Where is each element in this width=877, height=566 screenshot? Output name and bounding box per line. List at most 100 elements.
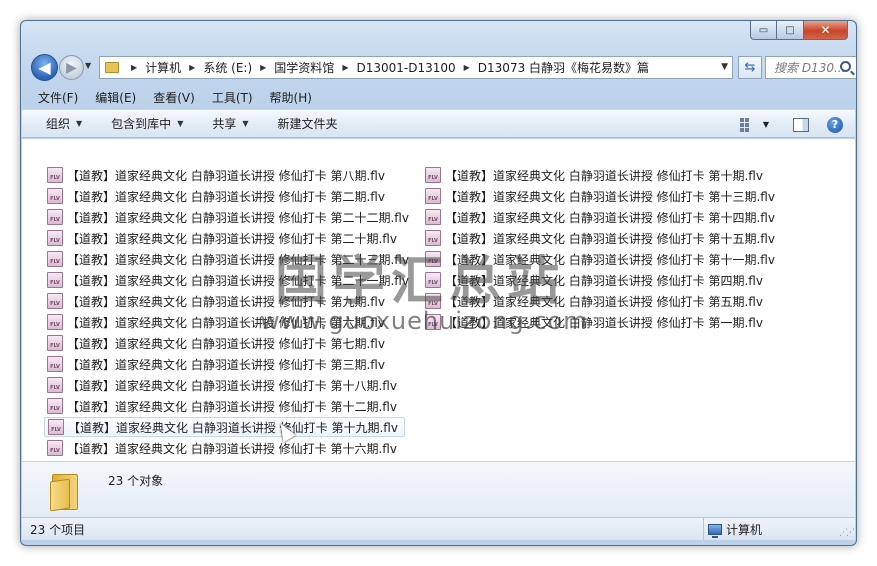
- flv-file-icon: FLV: [47, 272, 63, 288]
- file-item[interactable]: FLV 【道教】道家经典文化 白静羽道长讲授 修仙打卡 第十八期.flv: [44, 375, 403, 395]
- search-placeholder: 搜索 D130...: [774, 61, 846, 75]
- breadcrumb-separator-icon[interactable]: ▶: [342, 63, 348, 72]
- flv-file-icon: FLV: [47, 167, 63, 183]
- file-name: 【道教】道家经典文化 白静羽道长讲授 修仙打卡 第二期.flv: [67, 189, 385, 204]
- breadcrumb: ▶ 计算机 ▶ 系统 (E:) ▶ 国学资料馆 ▶ D13001-D13100 ▶ D13073 …: [123, 59, 649, 76]
- change-view-icon[interactable]: [739, 117, 753, 132]
- back-button[interactable]: ◀: [31, 54, 58, 81]
- breadcrumb-separator-icon[interactable]: ▶: [260, 63, 266, 72]
- view-dropdown-icon[interactable]: ▼: [763, 120, 769, 129]
- file-item[interactable]: FLV 【道教】道家经典文化 白静羽道长讲授 修仙打卡 第六期.flv: [44, 312, 391, 332]
- resize-grip-icon[interactable]: ⋰⋰: [839, 528, 855, 538]
- file-item[interactable]: FLV 【道教】道家经典文化 白静羽道长讲授 修仙打卡 第一期.flv: [422, 312, 769, 332]
- file-name: 【道教】道家经典文化 白静羽道长讲授 修仙打卡 第七期.flv: [67, 336, 385, 351]
- file-item[interactable]: FLV 【道教】道家经典文化 白静羽道长讲授 修仙打卡 第十三期.flv: [422, 186, 781, 206]
- flv-file-icon: FLV: [425, 272, 441, 288]
- file-list[interactable]: FLV 【道教】道家经典文化 白静羽道长讲授 修仙打卡 第一期.flv FLV 【道教…: [22, 139, 855, 477]
- breadcrumb-item[interactable]: 国学资料馆: [274, 59, 334, 76]
- flv-file-icon: FLV: [47, 230, 63, 246]
- forward-button[interactable]: ▶: [59, 55, 84, 80]
- file-item[interactable]: FLV 【道教】道家经典文化 白静羽道长讲授 修仙打卡 第十九期.flv: [44, 417, 405, 437]
- file-name: 【道教】道家经典文化 白静羽道长讲授 修仙打卡 第十三期.flv: [445, 189, 775, 204]
- file-name: 【道教】道家经典文化 白静羽道长讲授 修仙打卡 第十四期.flv: [445, 210, 775, 225]
- flv-file-icon: FLV: [47, 440, 63, 456]
- file-item[interactable]: FLV 【道教】道家经典文化 白静羽道长讲授 修仙打卡 第二十三期.flv: [44, 249, 415, 269]
- help-icon[interactable]: ?: [827, 116, 843, 133]
- object-count: 23 个对象: [108, 474, 164, 488]
- maximize-button[interactable]: □: [777, 21, 804, 40]
- menu-item[interactable]: 编辑(E): [85, 89, 143, 106]
- file-name: 【道教】道家经典文化 白静羽道长讲授 修仙打卡 第四期.flv: [445, 273, 763, 288]
- file-name: 【道教】道家经典文化 白静羽道长讲授 修仙打卡 第十八期.flv: [67, 378, 397, 393]
- include-in-library-button[interactable]: 包含到库中 ▼: [91, 109, 192, 138]
- flv-file-icon: FLV: [425, 209, 441, 225]
- file-item[interactable]: FLV 【道教】道家经典文化 白静羽道长讲授 修仙打卡 第十期.flv: [422, 165, 769, 185]
- view-controls: ▼ ?: [739, 110, 843, 139]
- flv-file-icon: FLV: [47, 314, 63, 330]
- file-name: 【道教】道家经典文化 白静羽道长讲授 修仙打卡 第六期.flv: [67, 315, 385, 330]
- flv-file-icon: FLV: [47, 377, 63, 393]
- file-item[interactable]: FLV 【道教】道家经典文化 白静羽道长讲授 修仙打卡 第三期.flv: [44, 354, 391, 374]
- navigation-bar: ◀ ▶ ▼ ▶ 计算机 ▶ 系统 (E:) ▶ 国学资料馆 ▶ D13001-D13100 ▶ D…: [29, 53, 856, 83]
- flv-file-icon: FLV: [425, 167, 441, 183]
- chevron-down-icon: ▼: [76, 119, 83, 128]
- file-name: 【道教】道家经典文化 白静羽道长讲授 修仙打卡 第十六期.flv: [67, 441, 397, 456]
- file-item[interactable]: FLV 【道教】道家经典文化 白静羽道长讲授 修仙打卡 第十二期.flv: [44, 396, 403, 416]
- organize-button[interactable]: 组织 ▼: [22, 109, 91, 138]
- minimize-button[interactable]: ▭: [750, 21, 777, 40]
- explorer-window: ▭ □ ✕ ◀ ▶ ▼ ▶ 计算机 ▶ 系统 (E:) ▶ 国学资料馆 ▶ D13001-D1…: [20, 20, 857, 546]
- breadcrumb-item[interactable]: D13073 白静羽《梅花易数》篇: [478, 59, 649, 76]
- computer-icon: [708, 523, 722, 538]
- menu-item[interactable]: 帮助(H): [260, 89, 319, 106]
- flv-file-icon: FLV: [425, 251, 441, 267]
- file-name: 【道教】道家经典文化 白静羽道长讲授 修仙打卡 第十五期.flv: [445, 231, 775, 246]
- file-item[interactable]: FLV 【道教】道家经典文化 白静羽道长讲授 修仙打卡 第八期.flv: [44, 165, 391, 185]
- file-item[interactable]: FLV 【道教】道家经典文化 白静羽道长讲授 修仙打卡 第二十一期.flv: [44, 270, 415, 290]
- share-label: 共享: [212, 117, 237, 131]
- command-bar: 组织 ▼ 包含到库中 ▼ 共享 ▼ 新建文件夹 ▼ ?: [22, 109, 855, 138]
- chevron-down-icon: ▼: [177, 119, 184, 128]
- file-item[interactable]: FLV 【道教】道家经典文化 白静羽道长讲授 修仙打卡 第五期.flv: [422, 291, 769, 311]
- file-item[interactable]: FLV 【道教】道家经典文化 白静羽道长讲授 修仙打卡 第二期.flv: [44, 186, 391, 206]
- file-item[interactable]: FLV 【道教】道家经典文化 白静羽道长讲授 修仙打卡 第九期.flv: [44, 291, 391, 311]
- breadcrumb-item[interactable]: 计算机: [145, 59, 181, 76]
- file-item[interactable]: FLV 【道教】道家经典文化 白静羽道长讲授 修仙打卡 第二十二期.flv: [44, 207, 415, 227]
- preview-pane-icon[interactable]: [793, 117, 809, 132]
- address-bar[interactable]: ▶ 计算机 ▶ 系统 (E:) ▶ 国学资料馆 ▶ D13001-D13100 ▶ D13073 …: [99, 56, 733, 79]
- breadcrumb-separator-icon[interactable]: ▶: [464, 63, 470, 72]
- file-item[interactable]: FLV 【道教】道家经典文化 白静羽道长讲授 修仙打卡 第二十期.flv: [44, 228, 403, 248]
- file-name: 【道教】道家经典文化 白静羽道长讲授 修仙打卡 第一期.flv: [445, 315, 763, 330]
- breadcrumb-separator-icon[interactable]: ▶: [189, 63, 195, 72]
- file-name: 【道教】道家经典文化 白静羽道长讲授 修仙打卡 第二十一期.flv: [67, 273, 409, 288]
- recent-pages-dropdown-icon[interactable]: ▼: [85, 61, 91, 70]
- close-button[interactable]: ✕: [804, 21, 848, 40]
- breadcrumb-item[interactable]: D13001-D13100: [356, 61, 455, 75]
- share-button[interactable]: 共享 ▼: [192, 109, 257, 138]
- address-dropdown-icon[interactable]: ▼: [721, 62, 728, 72]
- menu-item[interactable]: 文件(F): [22, 89, 85, 106]
- file-item[interactable]: FLV 【道教】道家经典文化 白静羽道长讲授 修仙打卡 第四期.flv: [422, 270, 769, 290]
- file-item[interactable]: FLV 【道教】道家经典文化 白静羽道长讲授 修仙打卡 第十五期.flv: [422, 228, 781, 248]
- menu-item[interactable]: 工具(T): [202, 89, 260, 106]
- flv-file-icon: FLV: [47, 293, 63, 309]
- file-name: 【道教】道家经典文化 白静羽道长讲授 修仙打卡 第二十期.flv: [67, 231, 397, 246]
- file-item[interactable]: FLV 【道教】道家经典文化 白静羽道长讲授 修仙打卡 第七期.flv: [44, 333, 391, 353]
- folder-icon: [50, 470, 80, 512]
- file-name: 【道教】道家经典文化 白静羽道长讲授 修仙打卡 第十一期.flv: [445, 252, 775, 267]
- flv-file-icon: FLV: [47, 209, 63, 225]
- file-item[interactable]: FLV 【道教】道家经典文化 白静羽道长讲授 修仙打卡 第十六期.flv: [44, 438, 403, 458]
- file-item[interactable]: FLV 【道教】道家经典文化 白静羽道长讲授 修仙打卡 第十一期.flv: [422, 249, 781, 269]
- file-name: 【道教】道家经典文化 白静羽道长讲授 修仙打卡 第九期.flv: [67, 294, 385, 309]
- menu-item[interactable]: 查看(V): [143, 89, 202, 106]
- flv-file-icon: FLV: [47, 251, 63, 267]
- chevron-down-icon: ▼: [242, 119, 249, 128]
- breadcrumb-item[interactable]: 系统 (E:): [203, 59, 252, 76]
- search-input[interactable]: 搜索 D130...: [765, 56, 856, 79]
- new-folder-label: 新建文件夹: [277, 117, 338, 131]
- search-icon[interactable]: [840, 61, 851, 72]
- refresh-button[interactable]: ⇆: [738, 56, 762, 79]
- breadcrumb-separator-icon[interactable]: ▶: [131, 63, 137, 72]
- new-folder-button[interactable]: 新建文件夹: [258, 109, 347, 138]
- flv-file-icon: FLV: [425, 314, 441, 330]
- file-item[interactable]: FLV 【道教】道家经典文化 白静羽道长讲授 修仙打卡 第十四期.flv: [422, 207, 781, 227]
